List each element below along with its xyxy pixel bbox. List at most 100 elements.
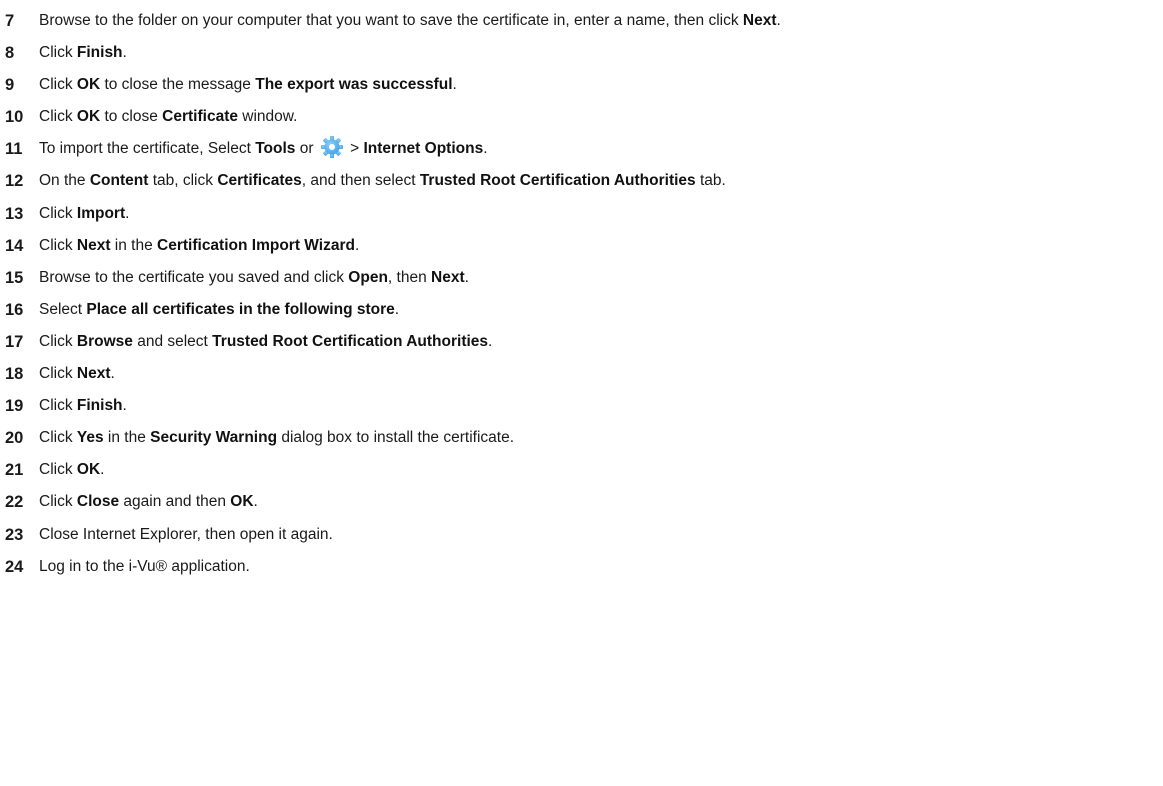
step-number: 18 <box>5 365 24 384</box>
step-text: On the Content tab, click Certificates, … <box>39 165 726 197</box>
step-text: Click Browse and select Trusted Root Cer… <box>39 326 492 358</box>
ui-term: Next <box>742 12 777 29</box>
step-item: 19 Click Finish. <box>0 390 1163 422</box>
ui-term: OK <box>230 493 254 511</box>
ui-term: Open <box>348 268 388 286</box>
step-text-segment: Click <box>39 397 77 415</box>
step-item: 13 Click Import. <box>0 198 1163 230</box>
step-item: 23 Close Internet Explorer, then open it … <box>0 519 1163 551</box>
step-text-segment: . <box>110 365 115 383</box>
ui-term: Next <box>76 236 111 254</box>
step-text: Click OK to close the message The export… <box>39 69 457 101</box>
step-text: Click Next. <box>39 358 115 390</box>
step-text-segment: . <box>452 76 457 94</box>
step-text: Click OK. <box>39 454 104 486</box>
step-text-segment: On the <box>39 172 90 190</box>
step-text-segment: in the <box>110 236 158 254</box>
step-text-segment: Click <box>39 108 77 126</box>
step-text: Click Finish. <box>39 390 127 422</box>
step-text: Click Import. <box>39 198 129 230</box>
step-text-segment: Click <box>39 461 77 479</box>
step-text-segment: or <box>295 140 318 158</box>
step-text-segment: Close Internet Explorer, then open it ag… <box>39 525 333 543</box>
step-text-segment: Click <box>39 493 77 511</box>
step-text-segment: Click <box>39 365 77 383</box>
step-text-segment: tab, click <box>148 172 218 190</box>
ui-term: Finish <box>76 397 123 415</box>
step-item: 16 Select Place all certificates in the f… <box>0 294 1163 326</box>
step-text-segment: Log in to the i-Vu® application. <box>39 557 250 575</box>
ui-term: Tools <box>255 140 296 158</box>
step-number: 10 <box>5 108 24 127</box>
step-text: Click Close again and then OK. <box>39 486 258 518</box>
step-text-segment: Click <box>39 76 77 94</box>
step-text: Select Place all certificates in the fol… <box>39 294 399 326</box>
step-item: 14 Click Next in the Certification Import… <box>0 230 1163 262</box>
step-text: Log in to the i-Vu® application. <box>39 551 250 583</box>
step-text-segment: . <box>122 397 127 415</box>
ui-term: Certificates <box>217 172 302 190</box>
step-number: 20 <box>5 429 24 448</box>
step-text-segment: Select <box>39 300 87 318</box>
step-item: 20 Click Yes in the Security Warning dial… <box>0 422 1163 454</box>
ui-term: Close <box>76 493 120 511</box>
ui-term: OK <box>76 76 101 94</box>
step-text-segment: . <box>100 461 105 479</box>
ui-term: Browse <box>76 332 133 350</box>
step-number: 8 <box>5 44 15 63</box>
step-number: 17 <box>5 332 24 351</box>
ui-term: OK <box>76 461 101 479</box>
ui-term: Yes <box>76 429 104 447</box>
ui-term: Trusted Root Certification Authorities <box>212 332 489 350</box>
ui-term: Import <box>76 204 126 222</box>
step-text-segment: again and then <box>119 493 231 511</box>
step-text-segment: . <box>394 300 400 318</box>
step-item: 12 On the Content tab, click Certificates… <box>0 165 1163 197</box>
ui-term: Next <box>431 268 465 286</box>
step-text-segment: dialog box to install the certificate. <box>277 429 514 447</box>
step-text-segment: Click <box>39 44 77 62</box>
step-text-segment: tab. <box>695 172 726 190</box>
instruction-steps-list: 7 Browse to the folder on your computer t… <box>0 5 1163 583</box>
step-item: 22 Click Close again and then OK. <box>0 486 1163 518</box>
step-number: 12 <box>5 172 24 191</box>
ui-term: Trusted Root Certification Authorities <box>419 172 696 190</box>
step-number: 9 <box>5 76 15 95</box>
step-text-segment: . <box>776 12 781 29</box>
step-text: Browse to the certificate you saved and … <box>39 262 469 294</box>
step-number: 16 <box>5 300 24 319</box>
step-text-segment: > <box>345 140 364 158</box>
step-text-segment: in the <box>103 429 151 447</box>
step-text: To import the certificate, Select Tools … <box>39 133 488 165</box>
step-text-segment: . <box>253 493 258 511</box>
step-text: Click OK to close Certificate window. <box>39 101 297 133</box>
ui-term: Security Warning <box>150 429 278 447</box>
ui-term: Certificate <box>162 108 238 126</box>
ui-term: OK <box>76 108 101 126</box>
step-item: 9 Click OK to close the message The expor… <box>0 69 1163 101</box>
step-text-segment: Click <box>39 204 77 222</box>
step-text-segment: . <box>354 236 360 254</box>
step-text-segment: , then <box>387 268 432 286</box>
ui-term: Content <box>89 172 149 190</box>
step-text-segment: . <box>122 44 127 62</box>
step-item: 11 To import the certificate, Select Tool… <box>0 133 1163 165</box>
step-number: 13 <box>5 204 24 223</box>
step-text: Click Next in the Certification Import W… <box>39 230 359 262</box>
step-number: 11 <box>5 140 23 159</box>
step-item: 8 Click Finish. <box>0 37 1163 69</box>
step-text-segment: Browse to the certificate you saved and … <box>39 268 349 286</box>
step-number: 23 <box>5 525 24 544</box>
step-text: Browse to the folder on your computer th… <box>39 5 781 37</box>
step-text-segment: , and then select <box>301 172 420 190</box>
step-text-segment: Click <box>39 236 77 254</box>
ui-term: The export was successful <box>255 76 453 94</box>
gear-icon <box>320 135 344 159</box>
step-number: 15 <box>5 268 24 287</box>
step-text: Click Finish. <box>39 37 127 69</box>
step-item: 17 Click Browse and select Trusted Root C… <box>0 326 1163 358</box>
step-item: 15 Browse to the certificate you saved an… <box>0 262 1163 294</box>
step-item: 18 Click Next. <box>0 358 1163 390</box>
step-text-segment: Click <box>39 429 77 447</box>
ui-term: Internet Options <box>363 140 484 158</box>
